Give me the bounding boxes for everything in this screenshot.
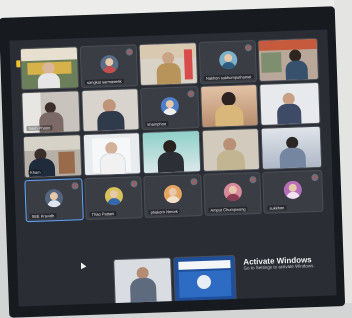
avatar-icon: [164, 184, 183, 203]
avatar-icon: [100, 54, 119, 73]
participant-video: [84, 133, 140, 175]
participant-name: phakorn Nmork: [148, 209, 179, 215]
participant-tile[interactable]: [142, 130, 201, 174]
participant-tile[interactable]: Amput Chumpwong: [203, 172, 261, 216]
participant-name: sukkhon: [267, 205, 286, 211]
participant-video: [259, 39, 318, 81]
shared-content-tile[interactable]: [113, 257, 173, 305]
participant-name: Thao Pattani: [89, 211, 116, 217]
participant-tile[interactable]: [202, 128, 260, 172]
participant-tile[interactable]: phakorn Nmork: [143, 174, 202, 218]
participant-tile[interactable]: sangkat sarmaseek: [80, 44, 138, 88]
avatar-icon: [45, 188, 64, 207]
participant-tile[interactable]: [258, 38, 319, 82]
participant-video: [203, 129, 259, 171]
participant-name: Amput Chumpwong: [208, 206, 247, 212]
avatar-icon: [223, 182, 242, 201]
participant-video: [114, 258, 172, 304]
participant-tile[interactable]: [83, 132, 141, 176]
avatar-icon: [161, 96, 180, 115]
participant-video: [260, 83, 319, 125]
participant-tile[interactable]: Thao Pattani: [84, 176, 142, 220]
avatar-icon: [218, 50, 237, 69]
activate-subtitle: Go to Settings to activate Windows.: [243, 265, 314, 272]
mic-muted-icon: [126, 48, 133, 55]
participant-tile[interactable]: Nakhon sukhumputhamet: [199, 40, 257, 84]
mic-muted-icon: [187, 90, 194, 97]
participant-tile[interactable]: [261, 126, 322, 170]
meeting-screen: sangkat sarmaseek Nakhon sukhumputhamet: [9, 30, 336, 307]
video-grid: sangkat sarmaseek Nakhon sukhumputhamet: [20, 38, 327, 254]
participant-video: [262, 127, 321, 169]
presentation-tile[interactable]: [173, 255, 237, 303]
participant-tile[interactable]: Sekh Phoon: [21, 90, 80, 134]
participant-tile[interactable]: Kham: [23, 134, 82, 178]
participant-video: [201, 85, 257, 127]
presentation-slide: [174, 256, 235, 302]
participant-name: Sekh Phoon: [26, 125, 52, 131]
participant-tile[interactable]: [20, 46, 79, 90]
participant-tile[interactable]: [259, 82, 320, 126]
participant-tile[interactable]: khamphoo: [140, 86, 199, 130]
participant-name: Nakhon sukhumputhamet: [204, 74, 254, 81]
mic-muted-icon: [190, 178, 197, 185]
mic-muted-icon: [71, 182, 78, 189]
participant-tile-active[interactable]: SEE Kravidh: [24, 178, 83, 222]
participant-video: [21, 47, 78, 89]
avatar-icon: [104, 186, 123, 205]
participant-tile[interactable]: [81, 88, 139, 132]
mouse-cursor-icon: [78, 261, 86, 269]
mic-muted-icon: [130, 180, 137, 187]
mic-muted-icon: [249, 176, 256, 183]
mic-muted-icon: [311, 174, 318, 181]
participant-name: sangkat sarmaseek: [85, 79, 124, 85]
participant-video: [82, 89, 138, 131]
participant-name: SEE Kravidh: [30, 213, 57, 219]
participant-name: Kham: [28, 170, 43, 176]
mic-muted-icon: [245, 44, 252, 51]
participant-video: [143, 131, 200, 173]
participant-video: [140, 43, 197, 85]
participant-tile[interactable]: [139, 42, 198, 86]
participant-tile[interactable]: [200, 84, 258, 128]
avatar-icon: [284, 180, 303, 199]
participant-name: khamphoo: [145, 121, 168, 127]
activate-windows-watermark: Activate Windows Go to Settings to activ…: [243, 256, 314, 272]
participant-tile[interactable]: sukkhon: [262, 170, 323, 214]
